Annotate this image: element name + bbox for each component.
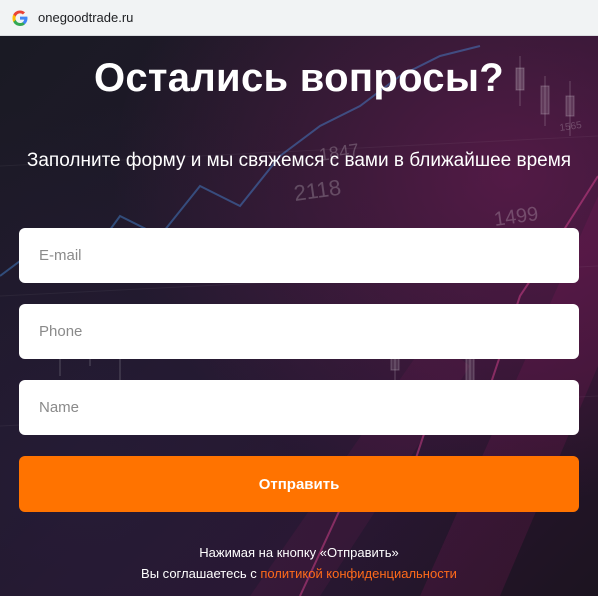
consent-prefix: Вы соглашаетесь с <box>141 566 261 581</box>
phone-input[interactable] <box>19 304 579 359</box>
page-title: Остались вопросы? <box>93 56 505 100</box>
url-text[interactable]: onegoodtrade.ru <box>38 10 133 25</box>
privacy-policy-link[interactable]: политикой конфиденциальности <box>260 566 457 581</box>
google-icon <box>12 10 28 26</box>
bg-number: 1499 <box>493 203 540 231</box>
bg-number: 2118 <box>292 175 342 206</box>
name-input[interactable] <box>19 380 579 435</box>
browser-address-bar[interactable]: onegoodtrade.ru <box>0 0 598 36</box>
bg-number: 1565 <box>559 120 583 134</box>
email-input[interactable] <box>19 228 579 283</box>
consent-text: Нажимая на кнопку «Отправить» Вы соглаша… <box>0 542 598 584</box>
consent-line-1: Нажимая на кнопку «Отправить» <box>199 545 399 560</box>
submit-button[interactable]: Отправить <box>19 456 579 512</box>
page-subtitle: Заполните форму и мы свяжемся с вами в б… <box>26 150 572 171</box>
consent-line-2: Вы соглашаетесь с политикой конфиденциал… <box>0 563 598 584</box>
contact-section: 1847 2118 1499 1565 Остались вопросы? За… <box>0 36 598 596</box>
